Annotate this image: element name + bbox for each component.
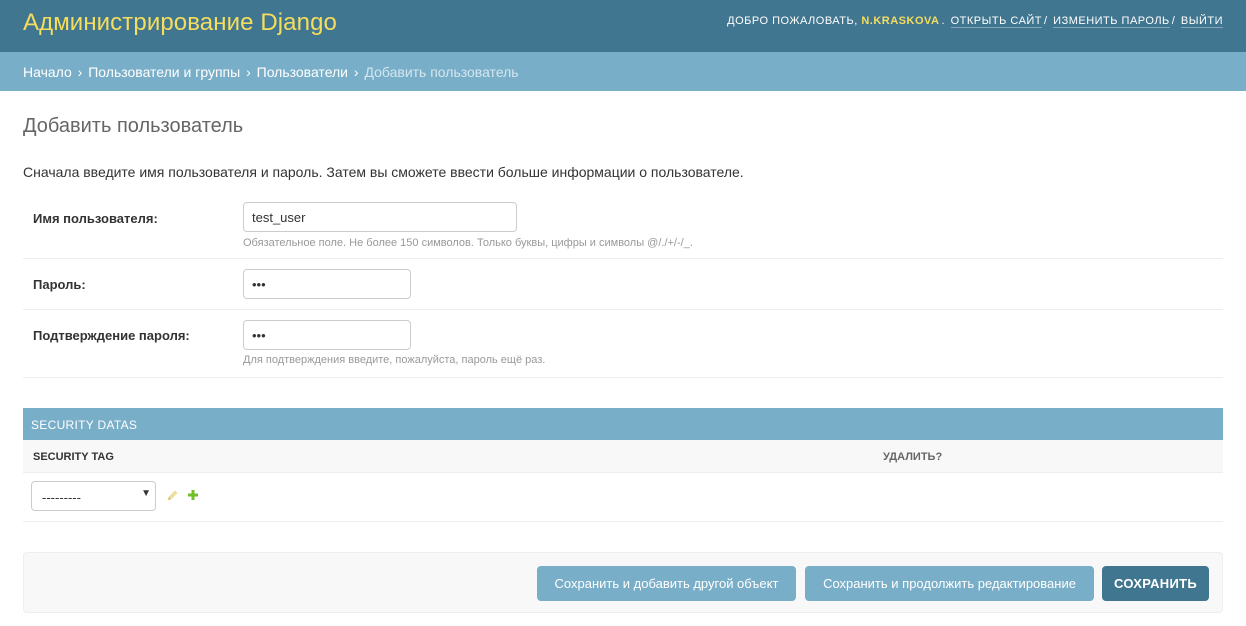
username-label: N.KRASKOVA	[861, 15, 940, 27]
change-password-link[interactable]: ИЗМЕНИТЬ ПАРОЛЬ	[1053, 15, 1170, 28]
inline-row: --------- ▼	[23, 473, 1223, 522]
username-help: Обязательное поле. Не более 150 символов…	[243, 237, 693, 249]
password-input[interactable]	[243, 269, 411, 299]
site-branding[interactable]: Администрирование Django	[23, 9, 337, 37]
logout-link[interactable]: ВЫЙТИ	[1180, 15, 1223, 28]
user-tools: ДОБРО ПОЖАЛОВАТЬ, N.KRASKOVA. ОТКРЫТЬ СА…	[727, 15, 1223, 28]
breadcrumb: Начало › Пользователи и группы › Пользов…	[0, 52, 1246, 91]
breadcrumb-separator: ›	[246, 64, 251, 80]
save-button[interactable]: СОХРАНИТЬ	[1102, 566, 1209, 601]
username-row: Имя пользователя: Обязательное поле. Не …	[23, 193, 1223, 259]
intro-text: Сначала введите имя пользователя и парол…	[23, 164, 744, 180]
page-title: Добавить пользователь	[23, 115, 244, 137]
password-confirm-help: Для подтверждения введите, пожалуйста, п…	[243, 354, 546, 366]
column-delete: УДАЛИТЬ?	[883, 451, 943, 463]
header: Администрирование Django ДОБРО ПОЖАЛОВАТ…	[0, 0, 1246, 52]
password-row: Пароль:	[23, 259, 1223, 310]
breadcrumb-current: Добавить пользователь	[364, 64, 519, 80]
view-site-link[interactable]: ОТКРЫТЬ САЙТ	[950, 15, 1043, 28]
inline-title: SECURITY DATAS	[23, 408, 1223, 440]
inline-column-headers: SECURITY TAG УДАЛИТЬ?	[23, 440, 1223, 473]
pencil-icon[interactable]	[166, 488, 180, 502]
password-confirm-label: Подтверждение пароля:	[33, 328, 190, 343]
password-confirm-input[interactable]	[243, 320, 411, 350]
breadcrumb-separator: ›	[353, 64, 359, 80]
breadcrumb-separator: ›	[77, 64, 83, 80]
plus-icon[interactable]	[186, 488, 200, 502]
username-label: Имя пользователя:	[33, 211, 158, 226]
welcome-text: ДОБРО ПОЖАЛОВАТЬ,	[727, 15, 858, 27]
column-security-tag: SECURITY TAG	[33, 451, 114, 463]
chevron-down-icon: ▼	[141, 488, 151, 499]
save-and-add-another-button[interactable]: Сохранить и добавить другой объект	[537, 566, 796, 601]
select-value: ---------	[42, 490, 81, 505]
security-tag-select[interactable]: --------- ▼	[31, 481, 156, 511]
password-confirm-row: Подтверждение пароля: Для подтверждения …	[23, 310, 1223, 378]
save-and-continue-button[interactable]: Сохранить и продолжить редактирование	[805, 566, 1094, 601]
submit-row: Сохранить и добавить другой объект Сохра…	[23, 552, 1223, 613]
username-input[interactable]	[243, 202, 517, 232]
breadcrumb-users[interactable]: Пользователи	[257, 64, 348, 80]
breadcrumb-home[interactable]: Начало	[23, 64, 72, 80]
password-label: Пароль:	[33, 277, 86, 292]
breadcrumb-auth[interactable]: Пользователи и группы	[88, 64, 240, 80]
